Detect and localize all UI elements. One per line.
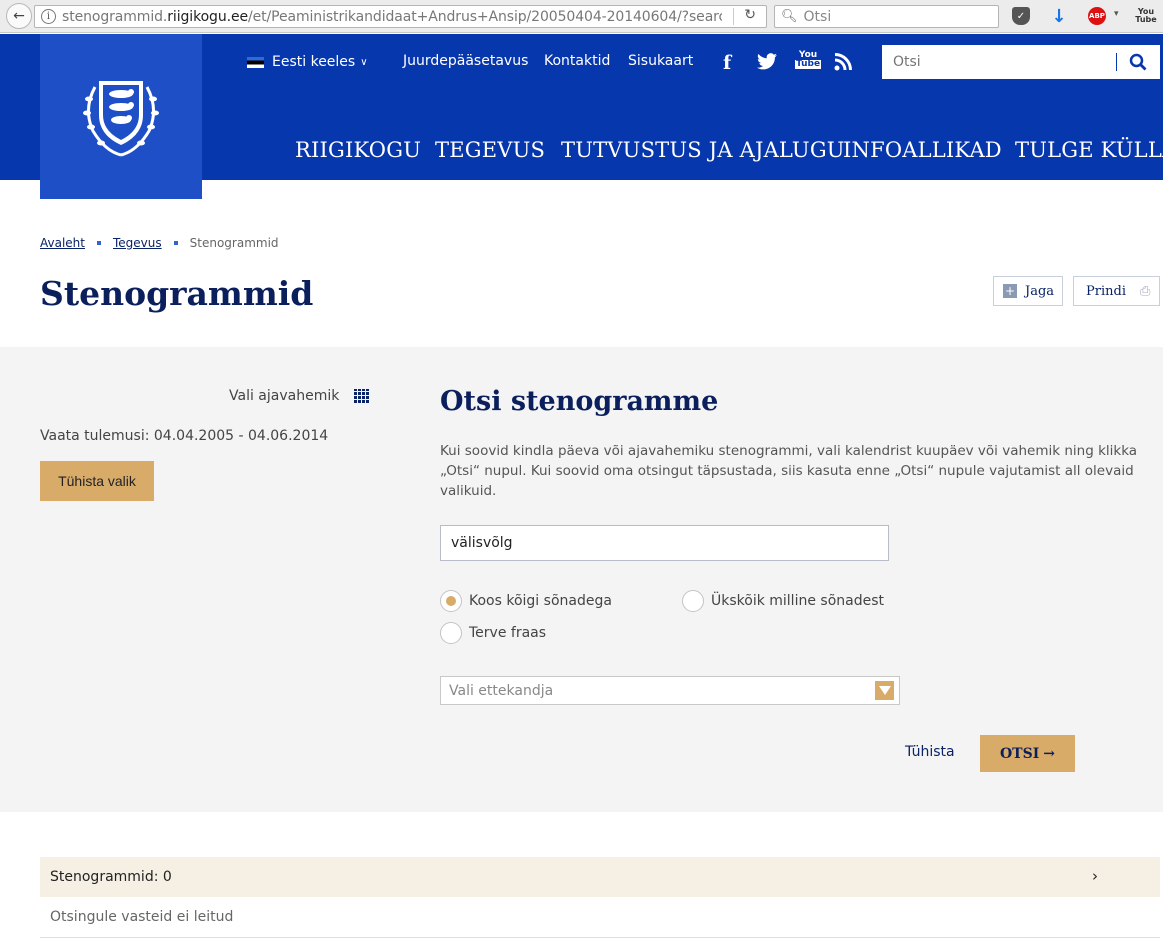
adblock-icon[interactable]: ABP	[1088, 7, 1106, 25]
rss-icon[interactable]	[834, 53, 852, 76]
language-label: Eesti keeles	[272, 54, 356, 70]
breadcrumb: Avaleht Tegevus Stenogrammid	[40, 236, 279, 250]
breadcrumb-home[interactable]: Avaleht	[40, 236, 85, 250]
results-header[interactable]: Stenogrammid: 0 ›	[40, 857, 1160, 897]
search-icon	[1129, 53, 1147, 71]
youtube-icon[interactable]: You Tube	[1135, 7, 1156, 25]
url-text: stenogrammid.riigikogu.ee/et/Peaministri…	[62, 8, 722, 25]
dropdown-arrow-icon[interactable]	[875, 681, 894, 700]
nav-infoallikad[interactable]: INFOALLIKAD	[843, 138, 1002, 162]
youtube-icon[interactable]: You Tube	[795, 51, 822, 69]
browser-search-input[interactable]: 🔍︎ Otsi	[774, 5, 999, 28]
print-label: Prindi	[1086, 283, 1126, 299]
radio-label: Koos kõigi sõnadega	[469, 593, 612, 609]
info-icon[interactable]: i	[41, 9, 56, 24]
breadcrumb-separator	[97, 241, 101, 245]
contacts-link[interactable]: Kontaktid	[544, 53, 610, 69]
sitemap-link[interactable]: Sisukaart	[628, 53, 693, 69]
share-button[interactable]: + Jaga	[993, 276, 1063, 306]
date-range-picker[interactable]: Vali ajavahemik	[229, 388, 370, 404]
keyword-input[interactable]	[440, 525, 889, 561]
results-range: Vaata tulemusi: 04.04.2005 - 04.06.2014	[40, 428, 329, 444]
submit-label: OTSI	[999, 745, 1040, 762]
printer-icon: ⎙	[1139, 283, 1151, 299]
divider	[733, 8, 734, 25]
share-label: Jaga	[1025, 283, 1055, 299]
radio-button[interactable]	[682, 590, 704, 612]
date-picker-label: Vali ajavahemik	[229, 388, 340, 404]
back-arrow-icon[interactable]: ←	[6, 3, 32, 29]
nav-tulge-kulla[interactable]: TULGE KÜLLA	[1015, 138, 1163, 162]
radio-button[interactable]	[440, 590, 462, 612]
logo[interactable]	[40, 34, 202, 199]
radio-label: Ükskõik milline sõnadest	[711, 593, 884, 609]
breadcrumb-separator	[173, 241, 178, 245]
accessibility-link[interactable]: Juurdepääsetavus	[403, 53, 528, 69]
chevron-down-icon: ∨	[360, 56, 368, 68]
browser-toolbar: ← i stenogrammid.riigikogu.ee/et/Peamini…	[0, 0, 1163, 33]
search-help-text: Kui soovid kindla päeva või ajavahemiku …	[440, 443, 1138, 499]
site-search	[882, 45, 1160, 79]
breadcrumb-current: Stenogrammid	[189, 236, 279, 250]
download-icon[interactable]: ↓	[1050, 6, 1068, 27]
page-title: Stenogrammid	[40, 274, 314, 313]
radio-exact-phrase[interactable]: Terve fraas	[440, 622, 546, 644]
nav-tegevus[interactable]: TEGEVUS	[435, 138, 545, 162]
search-icon: 🔍︎	[781, 9, 798, 24]
calendar-icon[interactable]	[354, 389, 370, 403]
speaker-select[interactable]: Vali ettekandja	[440, 676, 900, 705]
nav-tutvustus[interactable]: TUTVUSTUS JA AJALUGU	[561, 138, 845, 162]
address-bar[interactable]: i stenogrammid.riigikogu.ee/et/Peaminist…	[34, 5, 767, 28]
language-selector[interactable]: Eesti keeles ∨	[247, 52, 368, 72]
radio-all-words[interactable]: Koos kõigi sõnadega	[440, 590, 612, 612]
plus-icon: +	[1003, 284, 1017, 298]
radio-selected-dot	[446, 596, 456, 606]
search-submit-button[interactable]: OTSI →	[980, 735, 1075, 772]
clear-selection-button[interactable]: Tühista valik	[40, 461, 154, 501]
pocket-icon[interactable]: ✓	[1012, 7, 1030, 25]
search-title: Otsi stenogramme	[440, 386, 719, 417]
breadcrumb-parent[interactable]: Tegevus	[113, 236, 162, 250]
radio-any-word[interactable]: Ükskõik milline sõnadest	[682, 590, 884, 612]
site-search-button[interactable]	[1117, 45, 1159, 79]
cancel-link[interactable]: Tühista	[905, 744, 955, 760]
coat-of-arms-icon	[83, 80, 159, 156]
chevron-down-icon[interactable]: ▾	[1114, 9, 1119, 19]
radio-label: Terve fraas	[469, 625, 547, 641]
arrow-right-icon: →	[1043, 745, 1055, 762]
chevron-right-icon[interactable]: ›	[1092, 867, 1098, 885]
speaker-placeholder: Vali ettekandja	[449, 682, 554, 699]
no-results-message: Otsingule vasteid ei leitud	[40, 897, 1160, 938]
browser-search-placeholder: Otsi	[803, 8, 832, 25]
facebook-icon[interactable]: f	[723, 52, 731, 74]
nav-riigikogu[interactable]: RIIGIKOGU	[295, 138, 421, 162]
results-count: Stenogrammid: 0	[50, 869, 172, 885]
estonian-flag-icon	[247, 56, 264, 68]
reload-icon[interactable]: ↻	[744, 7, 756, 23]
twitter-icon[interactable]	[757, 53, 777, 75]
radio-button[interactable]	[440, 622, 462, 644]
print-button[interactable]: Prindi ⎙	[1073, 276, 1160, 306]
site-search-input[interactable]	[882, 47, 1116, 77]
